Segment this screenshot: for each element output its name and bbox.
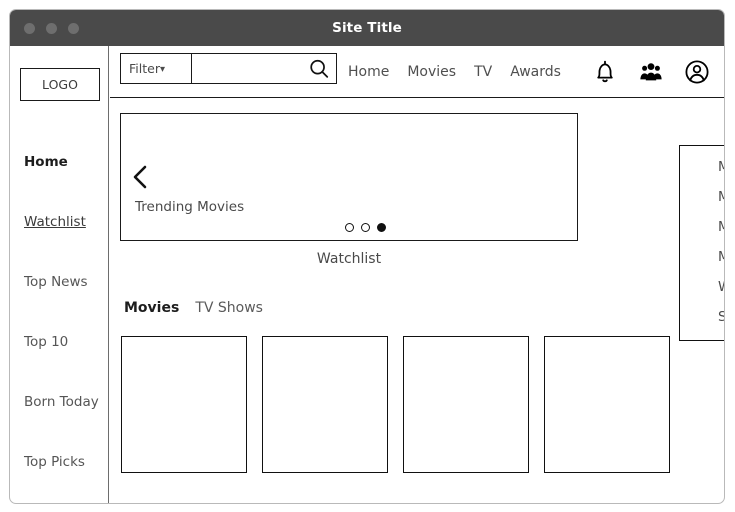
window-title: Site Title bbox=[332, 20, 402, 36]
nav-link-movies[interactable]: Movies bbox=[407, 64, 456, 80]
account-avatar-icon[interactable] bbox=[684, 59, 710, 85]
filter-label: Filter bbox=[129, 61, 160, 76]
sidebar-item-top-news[interactable]: Top News bbox=[10, 252, 108, 312]
main-area: Filter▾ Home Movies TV Awards Trending M… bbox=[110, 46, 724, 503]
nav-link-awards[interactable]: Awards bbox=[510, 64, 561, 80]
filter-dropdown-button[interactable]: Filter▾ bbox=[121, 54, 192, 83]
menu-item-watchlist[interactable]: Watchlist bbox=[680, 272, 724, 302]
menu-item-my-account[interactable]: My Account bbox=[680, 152, 724, 182]
sidebar-nav: Home Watchlist Top News Top 10 Born Toda… bbox=[10, 132, 108, 492]
chevron-down-icon: ▾ bbox=[159, 64, 165, 75]
tab-tv-shows[interactable]: TV Shows bbox=[195, 300, 263, 316]
menu-item-my-reviews[interactable]: My Reviews bbox=[680, 212, 724, 242]
carousel-dot-1[interactable] bbox=[344, 223, 354, 232]
account-dropdown-menu: My Account My Ratings My Reviews My List… bbox=[679, 145, 724, 341]
media-card[interactable] bbox=[544, 336, 670, 473]
carousel-dot-3[interactable] bbox=[376, 223, 386, 232]
sidebar-item-home[interactable]: Home bbox=[10, 132, 108, 192]
tab-movies[interactable]: Movies bbox=[124, 300, 179, 316]
sidebar: LOGO Home Watchlist Top News Top 10 Born… bbox=[10, 46, 109, 503]
carousel-label: Trending Movies bbox=[135, 199, 245, 215]
nav-link-tv[interactable]: TV bbox=[474, 64, 492, 80]
toolbar: Filter▾ Home Movies TV Awards bbox=[110, 46, 724, 98]
search-icon[interactable] bbox=[308, 58, 330, 80]
carousel-dot-2[interactable] bbox=[360, 223, 370, 232]
people-group-icon[interactable] bbox=[638, 59, 664, 85]
carousel-pagination bbox=[121, 223, 577, 232]
menu-item-my-ratings[interactable]: My Ratings bbox=[680, 182, 724, 212]
search-bar: Filter▾ bbox=[120, 53, 337, 84]
sidebar-item-born-today[interactable]: Born Today bbox=[10, 372, 108, 432]
media-card[interactable] bbox=[403, 336, 529, 473]
logo[interactable]: LOGO bbox=[20, 68, 100, 101]
media-card[interactable] bbox=[121, 336, 247, 473]
sidebar-item-watchlist[interactable]: Watchlist bbox=[10, 192, 108, 252]
menu-item-settings[interactable]: Settings bbox=[680, 302, 724, 332]
sidebar-item-top-10[interactable]: Top 10 bbox=[10, 312, 108, 372]
media-card[interactable] bbox=[262, 336, 388, 473]
toolbar-icons bbox=[592, 46, 710, 98]
chevron-left-icon[interactable] bbox=[131, 164, 149, 190]
section-title-watchlist: Watchlist bbox=[316, 251, 382, 267]
app-window: Site Title LOGO Home Watchlist Top News … bbox=[9, 9, 725, 504]
screen: Site Title LOGO Home Watchlist Top News … bbox=[0, 0, 735, 512]
window-titlebar: Site Title bbox=[10, 10, 724, 46]
trending-carousel: Trending Movies bbox=[120, 113, 578, 241]
sidebar-item-top-picks[interactable]: Top Picks bbox=[10, 432, 108, 492]
window-body: LOGO Home Watchlist Top News Top 10 Born… bbox=[10, 46, 724, 503]
nav-link-home[interactable]: Home bbox=[348, 64, 389, 80]
search-input[interactable] bbox=[193, 54, 303, 83]
watchlist-card-grid bbox=[121, 336, 670, 473]
bell-icon[interactable] bbox=[592, 59, 618, 85]
watchlist-tabs: Movies TV Shows bbox=[124, 300, 263, 316]
top-nav: Home Movies TV Awards bbox=[348, 46, 561, 98]
menu-item-my-lists[interactable]: My Lists bbox=[680, 242, 724, 272]
